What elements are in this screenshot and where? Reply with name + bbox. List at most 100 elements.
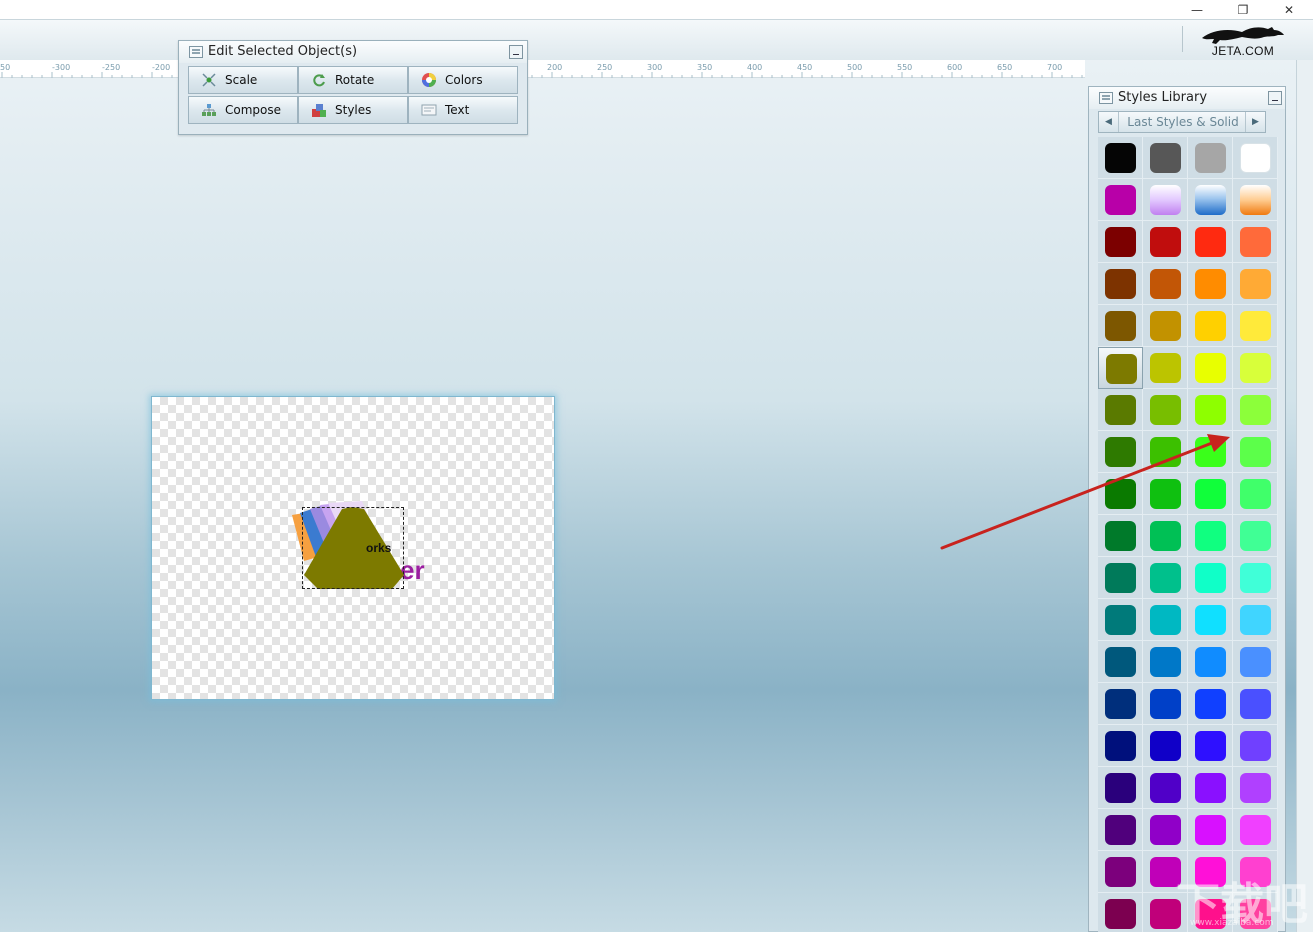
style-swatch-cell[interactable] bbox=[1143, 767, 1188, 809]
style-swatch-cell[interactable] bbox=[1188, 683, 1233, 725]
style-swatch-cell[interactable] bbox=[1098, 725, 1143, 767]
next-category-arrow-icon[interactable]: ▶ bbox=[1245, 112, 1265, 132]
style-swatch-cell[interactable] bbox=[1098, 599, 1143, 641]
swatch-grid bbox=[1098, 137, 1278, 932]
style-swatch-cell[interactable] bbox=[1233, 515, 1278, 557]
ruler-tick-label: -200 bbox=[152, 63, 170, 72]
style-swatch-cell[interactable] bbox=[1143, 515, 1188, 557]
style-swatch-cell[interactable] bbox=[1098, 683, 1143, 725]
style-swatch-cell[interactable] bbox=[1143, 347, 1188, 389]
compose-button[interactable]: Compose bbox=[188, 96, 298, 124]
selection-box[interactable] bbox=[302, 507, 404, 589]
text-button[interactable]: Text bbox=[408, 96, 518, 124]
style-swatch-cell[interactable] bbox=[1233, 767, 1278, 809]
style-swatch-cell[interactable] bbox=[1233, 431, 1278, 473]
color-swatch bbox=[1106, 354, 1137, 384]
style-swatch-cell[interactable] bbox=[1143, 179, 1188, 221]
style-swatch-cell[interactable] bbox=[1098, 851, 1143, 893]
document-canvas[interactable]: er orks bbox=[151, 396, 555, 700]
style-swatch-cell[interactable] bbox=[1143, 683, 1188, 725]
style-swatch-cell[interactable] bbox=[1233, 263, 1278, 305]
style-swatch-cell[interactable] bbox=[1143, 431, 1188, 473]
style-swatch-cell[interactable] bbox=[1098, 305, 1143, 347]
style-swatch-cell[interactable] bbox=[1143, 641, 1188, 683]
style-swatch-cell[interactable] bbox=[1098, 767, 1143, 809]
color-swatch bbox=[1150, 353, 1181, 383]
style-swatch-cell[interactable] bbox=[1098, 137, 1143, 179]
color-swatch bbox=[1240, 605, 1271, 635]
style-swatch-cell[interactable] bbox=[1098, 347, 1143, 389]
style-swatch-cell[interactable] bbox=[1098, 893, 1143, 932]
style-swatch-cell[interactable] bbox=[1188, 305, 1233, 347]
style-swatch-cell[interactable] bbox=[1233, 557, 1278, 599]
style-swatch-cell[interactable] bbox=[1143, 263, 1188, 305]
style-swatch-cell[interactable] bbox=[1188, 557, 1233, 599]
ruler-tick-label: 650 bbox=[997, 63, 1012, 72]
style-swatch-cell[interactable] bbox=[1143, 725, 1188, 767]
close-button[interactable]: ✕ bbox=[1266, 0, 1312, 20]
style-swatch-cell[interactable] bbox=[1188, 473, 1233, 515]
style-swatch-cell[interactable] bbox=[1233, 725, 1278, 767]
color-swatch bbox=[1105, 647, 1136, 677]
style-swatch-cell[interactable] bbox=[1143, 389, 1188, 431]
style-swatch-cell[interactable] bbox=[1188, 725, 1233, 767]
styles-category-label[interactable]: Last Styles & Solid bbox=[1121, 115, 1245, 129]
edit-panel-header[interactable]: Edit Selected Object(s) bbox=[179, 41, 527, 63]
style-swatch-cell[interactable] bbox=[1188, 431, 1233, 473]
style-swatch-cell[interactable] bbox=[1098, 515, 1143, 557]
style-swatch-cell[interactable] bbox=[1188, 347, 1233, 389]
style-swatch-cell[interactable] bbox=[1188, 599, 1233, 641]
style-swatch-cell[interactable] bbox=[1233, 305, 1278, 347]
style-swatch-cell[interactable] bbox=[1098, 263, 1143, 305]
minimize-styles-button[interactable] bbox=[1268, 91, 1282, 105]
style-swatch-cell[interactable] bbox=[1233, 809, 1278, 851]
style-swatch-cell[interactable] bbox=[1143, 557, 1188, 599]
minimize-panel-button[interactable] bbox=[509, 45, 523, 59]
ruler-tick-label: 350 bbox=[697, 63, 712, 72]
style-swatch-cell[interactable] bbox=[1143, 809, 1188, 851]
style-swatch-cell[interactable] bbox=[1143, 137, 1188, 179]
style-swatch-cell[interactable] bbox=[1098, 179, 1143, 221]
style-swatch-cell[interactable] bbox=[1188, 263, 1233, 305]
styles-panel-header[interactable]: Styles Library bbox=[1089, 87, 1285, 109]
prev-category-arrow-icon[interactable]: ◀ bbox=[1099, 112, 1119, 132]
colors-button[interactable]: Colors bbox=[408, 66, 518, 94]
style-swatch-cell[interactable] bbox=[1233, 389, 1278, 431]
style-swatch-cell[interactable] bbox=[1143, 305, 1188, 347]
style-swatch-cell[interactable] bbox=[1143, 473, 1188, 515]
style-swatch-cell[interactable] bbox=[1143, 221, 1188, 263]
style-swatch-cell[interactable] bbox=[1188, 515, 1233, 557]
style-swatch-cell[interactable] bbox=[1188, 767, 1233, 809]
minimize-button[interactable]: — bbox=[1174, 0, 1220, 20]
style-swatch-cell[interactable] bbox=[1188, 641, 1233, 683]
style-swatch-cell[interactable] bbox=[1188, 221, 1233, 263]
style-swatch-cell[interactable] bbox=[1188, 809, 1233, 851]
vertical-scrollbar[interactable] bbox=[1296, 60, 1313, 932]
style-swatch-cell[interactable] bbox=[1188, 179, 1233, 221]
style-swatch-cell[interactable] bbox=[1098, 557, 1143, 599]
style-swatch-cell[interactable] bbox=[1098, 473, 1143, 515]
styles-button[interactable]: Styles bbox=[298, 96, 408, 124]
scale-button[interactable]: Scale bbox=[188, 66, 298, 94]
style-swatch-cell[interactable] bbox=[1233, 221, 1278, 263]
color-swatch bbox=[1240, 395, 1271, 425]
rotate-button[interactable]: Rotate bbox=[298, 66, 408, 94]
style-swatch-cell[interactable] bbox=[1233, 137, 1278, 179]
style-swatch-cell[interactable] bbox=[1098, 809, 1143, 851]
style-swatch-cell[interactable] bbox=[1098, 389, 1143, 431]
color-swatch bbox=[1195, 479, 1226, 509]
style-swatch-cell[interactable] bbox=[1143, 599, 1188, 641]
style-swatch-cell[interactable] bbox=[1233, 473, 1278, 515]
style-swatch-cell[interactable] bbox=[1233, 683, 1278, 725]
style-swatch-cell[interactable] bbox=[1233, 641, 1278, 683]
style-swatch-cell[interactable] bbox=[1188, 389, 1233, 431]
style-swatch-cell[interactable] bbox=[1098, 221, 1143, 263]
color-swatch bbox=[1105, 479, 1136, 509]
style-swatch-cell[interactable] bbox=[1233, 599, 1278, 641]
style-swatch-cell[interactable] bbox=[1188, 137, 1233, 179]
style-swatch-cell[interactable] bbox=[1233, 179, 1278, 221]
style-swatch-cell[interactable] bbox=[1098, 641, 1143, 683]
style-swatch-cell[interactable] bbox=[1098, 431, 1143, 473]
style-swatch-cell[interactable] bbox=[1233, 347, 1278, 389]
restore-button[interactable]: ❐ bbox=[1220, 0, 1266, 20]
